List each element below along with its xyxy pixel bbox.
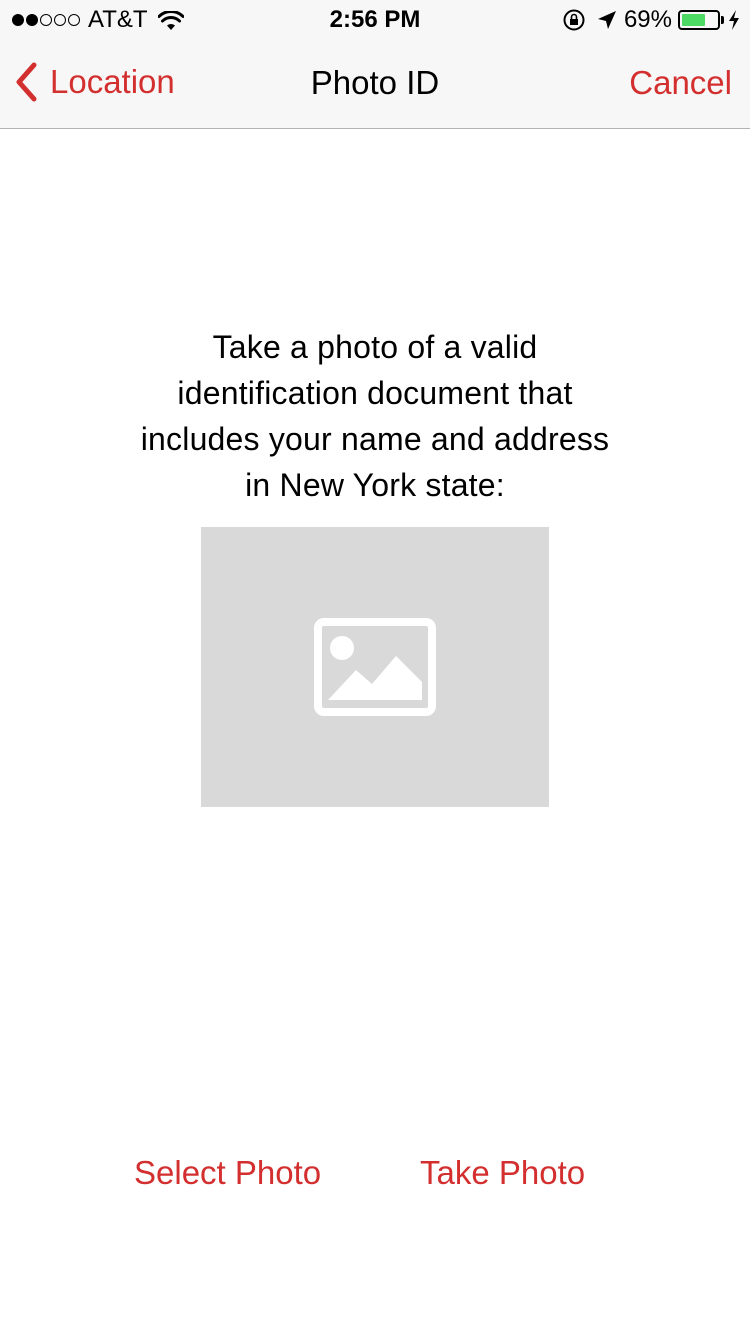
battery-tip xyxy=(721,16,724,24)
navigation-bar: Location Photo ID Cancel xyxy=(0,40,750,129)
select-photo-button[interactable]: Select Photo xyxy=(134,1154,321,1192)
photo-placeholder[interactable] xyxy=(201,527,549,807)
image-placeholder-icon xyxy=(314,618,436,716)
rotation-lock-icon xyxy=(562,8,586,32)
battery-level xyxy=(682,14,706,26)
battery-percent: 69% xyxy=(623,6,672,33)
status-right: 69% xyxy=(562,6,740,34)
cancel-button[interactable]: Cancel xyxy=(629,64,732,102)
photo-actions: Select Photo Take Photo xyxy=(0,1154,750,1204)
charging-bolt-icon xyxy=(728,9,740,31)
screen: AT&T 2:56 PM 69% Location Photo ID Cance… xyxy=(0,0,750,1334)
location-arrow-icon xyxy=(596,9,618,31)
status-bar: AT&T 2:56 PM 69% xyxy=(0,0,750,40)
take-photo-button[interactable]: Take Photo xyxy=(420,1154,585,1192)
instruction-text: Take a photo of a valid identification d… xyxy=(140,329,610,503)
battery-icon xyxy=(678,10,720,30)
